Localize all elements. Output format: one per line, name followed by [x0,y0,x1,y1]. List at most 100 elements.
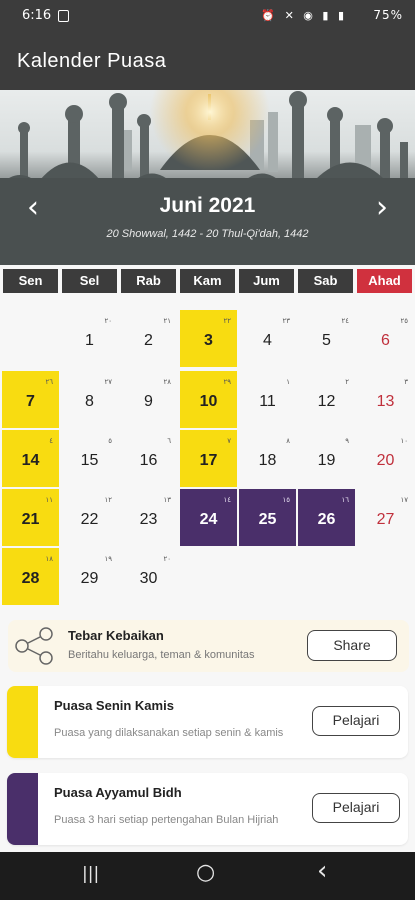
card-description: Puasa yang dilaksanakan setiap senin & k… [54,727,284,739]
hijri-day-label: ٢٧ [104,378,112,386]
notification-icon [58,10,69,22]
month-title: Juni 2021 [159,194,256,217]
day-number: 18 [258,452,277,469]
hijri-date-range: 20 Showwal, 1442 - 20 Thul-Qi'dah, 1442 [106,228,309,240]
hijri-day-label: ١٧ [400,496,408,504]
share-button[interactable]: Share [307,630,397,661]
calendar-day-4[interactable]: ٢٣ 4 [239,310,296,367]
fasting-card-senin-kamis[interactable]: Puasa Senin Kamis Puasa yang dilaksanaka… [7,686,408,758]
fasting-card-ayyamul-bidh[interactable]: Puasa Ayyamul Bidh Puasa 3 hari setiap p… [7,773,408,845]
day-number: 21 [21,511,40,528]
hijri-day-label: ١٥ [282,496,290,504]
calendar-day-25[interactable]: ١٥ 25 [239,489,296,546]
hijri-day-label: ٢٦ [45,378,53,386]
calendar-day-13[interactable]: ٣ 13 [357,371,414,428]
calendar-day-15[interactable]: ٥ 15 [61,430,118,487]
calendar-day-14[interactable]: ٤ 14 [2,430,59,487]
weekday-sel: Sel [62,269,117,293]
calendar-day-7[interactable]: ٢٦ 7 [2,371,59,428]
status-time: 6:16 [22,8,52,23]
month-header: ‹ Juni 2021 20 Showwal, 1442 - 20 Thul-Q… [0,90,415,265]
hijri-day-label: ٢٠ [104,317,112,325]
day-number: 22 [80,511,99,528]
day-number: 30 [139,570,158,587]
next-month-button[interactable]: › [367,193,397,224]
calendar-day-30[interactable]: ٢٠ 30 [120,548,177,605]
calendar-day-22[interactable]: ١٢ 22 [61,489,118,546]
day-number: 28 [21,570,40,587]
calendar-day-28[interactable]: ١٨ 28 [2,548,59,605]
day-number: 20 [376,452,395,469]
card-title: Puasa Senin Kamis [54,698,174,713]
calendar-grid: ٢٠ 1 ٢١ 2 ٢٢ 3 ٢٣ 4 ٢٤ 5 ٢٥ 6 ٢٦ 7 ٢٧ 8 ٢٨ 9 ٢٩ 10 ١ 11 ٢ 12 ٣ 13… [0,310,415,608]
calendar-day-17[interactable]: ٧ 17 [180,430,237,487]
share-subtitle: Beritahu keluarga, teman & komunitas [68,649,255,661]
calendar-day-1[interactable]: ٢٠ 1 [61,310,118,367]
hijri-day-label: ٧ [227,437,231,445]
day-number: 17 [199,452,218,469]
day-number: 4 [263,332,272,349]
calendar-day-11[interactable]: ١ 11 [239,371,296,428]
day-number: 5 [322,332,331,349]
calendar-day-12[interactable]: ٢ 12 [298,371,355,428]
hijri-day-label: ٦ [167,437,171,445]
calendar-day-8[interactable]: ٢٧ 8 [61,371,118,428]
day-number: 26 [317,511,336,528]
hijri-day-label: ٢١ [163,317,171,325]
hijri-day-label: ٢٣ [282,317,290,325]
learn-button[interactable]: Pelajari [312,793,400,823]
calendar-day-10[interactable]: ٢٩ 10 [180,371,237,428]
hijri-day-label: ١٤ [223,496,231,504]
day-number: 8 [85,393,94,410]
calendar-day-19[interactable]: ٩ 19 [298,430,355,487]
hijri-day-label: ٢٨ [163,378,171,386]
hijri-day-label: ٢٥ [400,317,408,325]
battery-level: 75% [373,8,403,22]
calendar-day-27[interactable]: ١٧ 27 [357,489,414,546]
back-button[interactable]: ‹ [317,856,327,886]
day-number: 3 [204,332,213,349]
recent-apps-button[interactable]: ||| [82,864,99,884]
calendar-day-21[interactable]: ١١ 21 [2,489,59,546]
app-bar: Kalender Puasa [0,34,415,90]
calendar-day-5[interactable]: ٢٤ 5 [298,310,355,367]
card-description: Puasa 3 hari setiap pertengahan Bulan Hi… [54,814,279,826]
calendar-day-9[interactable]: ٢٨ 9 [120,371,177,428]
calendar-day-3[interactable]: ٢٢ 3 [180,310,237,367]
day-number: 12 [317,393,336,410]
hijri-day-label: ١ [286,378,290,386]
calendar-day-23[interactable]: ١٣ 23 [120,489,177,546]
hijri-day-label: ٥ [108,437,112,445]
day-number: 14 [21,452,40,469]
day-number: 24 [199,511,218,528]
hijri-day-label: ٤ [49,437,53,445]
day-number: 23 [139,511,158,528]
hijri-day-label: ٨ [286,437,290,445]
day-number: 25 [258,511,277,528]
calendar-day-16[interactable]: ٦ 16 [120,430,177,487]
calendar-day-20[interactable]: ١٠ 20 [357,430,414,487]
app-title: Kalender Puasa [17,50,167,72]
learn-button[interactable]: Pelajari [312,706,400,736]
weekday-sen: Sen [3,269,58,293]
card-color-stripe [7,686,38,758]
calendar-day-29[interactable]: ١٩ 29 [61,548,118,605]
calendar-day-6[interactable]: ٢٥ 6 [357,310,414,367]
status-icons: ⏰ ✕ ◉ ▮ ▮ [261,9,347,22]
weekday-kam: Kam [180,269,235,293]
status-bar: 6:16 ⏰ ✕ ◉ ▮ ▮ 75% [0,0,415,34]
calendar-day-2[interactable]: ٢١ 2 [120,310,177,367]
hijri-day-label: ١٦ [341,496,349,504]
hijri-day-label: ١٢ [104,496,112,504]
hijri-day-label: ٣ [404,378,408,386]
calendar-day-18[interactable]: ٨ 18 [239,430,296,487]
day-number: 7 [26,393,35,410]
card-color-stripe [7,773,38,845]
system-nav-bar: ||| ○ ‹ [0,852,415,900]
calendar-day-26[interactable]: ١٦ 26 [298,489,355,546]
day-number: 1 [85,332,94,349]
calendar-day-24[interactable]: ١٤ 24 [180,489,237,546]
home-button[interactable]: ○ [196,860,215,885]
day-number: 15 [80,452,99,469]
day-number: 29 [80,570,99,587]
